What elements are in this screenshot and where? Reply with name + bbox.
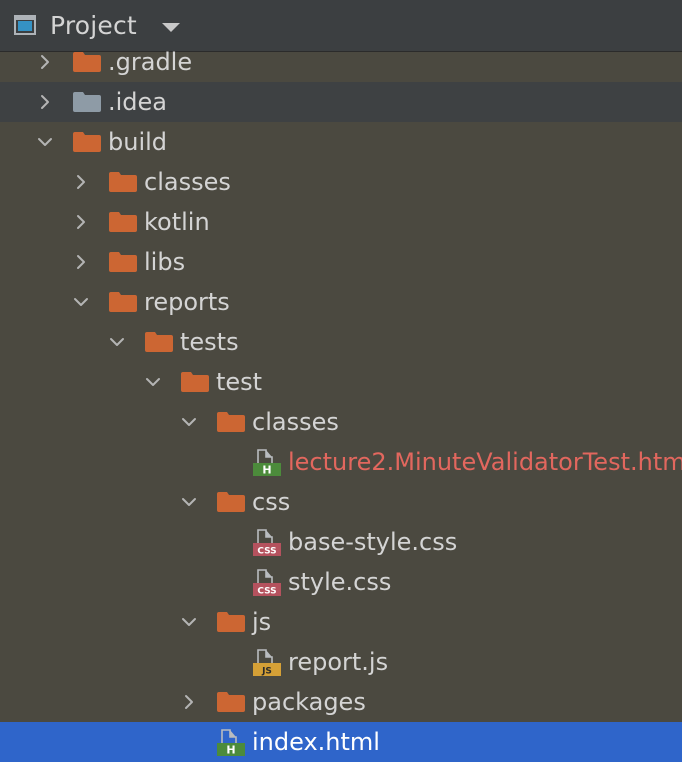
tree-folder-build[interactable]: build <box>0 122 682 162</box>
tree-file-base-style-css[interactable]: CSS base-style.css <box>0 522 682 562</box>
svg-text:CSS: CSS <box>257 587 276 597</box>
folder-icon <box>108 211 138 233</box>
css-file-icon: CSS <box>252 529 282 557</box>
tree-item-label: css <box>252 488 291 516</box>
tree-item-label: build <box>108 128 168 156</box>
js-file-icon: JS <box>252 649 282 677</box>
chevron-right-icon[interactable] <box>180 693 198 711</box>
html-file-icon: H <box>216 729 246 757</box>
folder-icon <box>216 411 246 433</box>
tree-item-label: kotlin <box>144 208 210 236</box>
folder-icon <box>180 371 210 393</box>
chevron-right-icon[interactable] <box>36 53 54 71</box>
chevron-down-icon[interactable] <box>180 613 198 631</box>
tree-file-style-css[interactable]: CSS style.css <box>0 562 682 602</box>
css-file-icon: CSS <box>252 569 282 597</box>
chevron-down-icon[interactable] <box>158 18 184 36</box>
tree-item-label: tests <box>180 328 239 356</box>
tree-folder-test[interactable]: test <box>0 362 682 402</box>
tree-item-label: .idea <box>108 88 168 116</box>
tree-file-index-html[interactable]: Hindex.html <box>0 722 682 762</box>
tree-item-label: base-style.css <box>288 528 458 556</box>
svg-text:H: H <box>262 464 271 477</box>
chevron-down-icon[interactable] <box>180 413 198 431</box>
tool-window-title: Project <box>50 11 137 40</box>
svg-text:H: H <box>226 744 235 757</box>
html-file-icon: H <box>252 449 282 477</box>
chevron-right-icon[interactable] <box>72 253 90 271</box>
chevron-down-icon[interactable] <box>108 333 126 351</box>
tree-folder-js[interactable]: js <box>0 602 682 642</box>
tree-item-label: classes <box>252 408 339 436</box>
tree-folder-kotlin[interactable]: kotlin <box>0 202 682 242</box>
folder-icon <box>108 291 138 313</box>
folder-icon <box>216 491 246 513</box>
excluded-folder-icon <box>72 91 102 113</box>
folder-icon <box>108 171 138 193</box>
tree-item-label: lecture2.MinuteValidatorTest.html <box>288 448 682 476</box>
tree-folder-css[interactable]: css <box>0 482 682 522</box>
folder-icon <box>72 51 102 73</box>
tree-file-lecture2-minutevalidatortest-html[interactable]: Hlecture2.MinuteValidatorTest.html <box>0 442 682 482</box>
tree-item-label: report.js <box>288 648 389 676</box>
tree-folder-idea[interactable]: .idea <box>0 82 682 122</box>
tree-folder-classes[interactable]: classes <box>0 402 682 442</box>
tree-folder-gradle[interactable]: .gradle <box>0 42 682 82</box>
folder-icon <box>72 131 102 153</box>
chevron-down-icon[interactable] <box>36 133 54 151</box>
tree-folder-tests[interactable]: tests <box>0 322 682 362</box>
chevron-down-icon[interactable] <box>72 293 90 311</box>
tree-item-label: index.html <box>252 728 380 756</box>
folder-icon <box>216 691 246 713</box>
tree-item-label: reports <box>144 288 230 316</box>
tree-item-label: js <box>252 608 272 636</box>
tree-item-label: .gradle <box>108 48 193 76</box>
svg-text:JS: JS <box>261 667 272 677</box>
tree-item-label: classes <box>144 168 231 196</box>
folder-icon <box>108 251 138 273</box>
project-file-tree: .gradle .idea build classes kotlin libs report… <box>0 42 682 762</box>
project-window-icon <box>14 15 36 35</box>
tree-folder-packages[interactable]: packages <box>0 682 682 722</box>
tree-file-report-js[interactable]: JS report.js <box>0 642 682 682</box>
chevron-right-icon[interactable] <box>72 213 90 231</box>
tree-folder-libs[interactable]: libs <box>0 242 682 282</box>
tree-item-label: test <box>216 368 263 396</box>
tree-folder-reports[interactable]: reports <box>0 282 682 322</box>
chevron-right-icon[interactable] <box>72 173 90 191</box>
svg-text:CSS: CSS <box>257 547 276 557</box>
tree-item-label: libs <box>144 248 186 276</box>
chevron-down-icon[interactable] <box>144 373 162 391</box>
project-tool-window: Project .gradle .idea build classes kotlin li… <box>0 0 682 762</box>
folder-icon <box>216 611 246 633</box>
tree-item-label: packages <box>252 688 366 716</box>
tree-folder-classes[interactable]: classes <box>0 162 682 202</box>
tree-item-label: style.css <box>288 568 392 596</box>
folder-icon <box>144 331 174 353</box>
chevron-right-icon[interactable] <box>36 93 54 111</box>
chevron-down-icon[interactable] <box>180 493 198 511</box>
